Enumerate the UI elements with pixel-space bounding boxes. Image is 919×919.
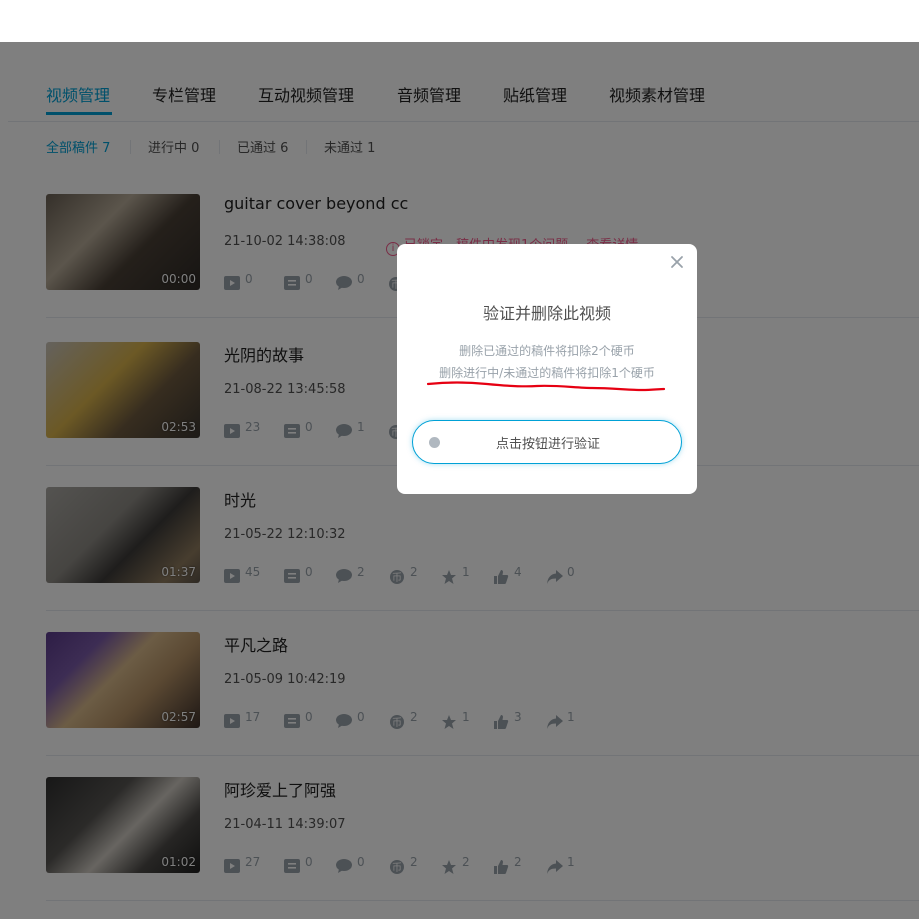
dialog-title: 验证并删除此视频: [482, 304, 611, 323]
delete-verify-dialog: 验证并删除此视频 删除已通过的稿件将扣除2个硬币 删除进行中/未通过的稿件将扣除…: [397, 244, 697, 494]
red-underline-annotation: [427, 381, 666, 392]
dialog-notice-passed: 删除已通过的稿件将扣除2个硬币: [459, 344, 635, 358]
close-icon[interactable]: [668, 253, 686, 271]
verify-button-label: 点击按钮进行验证: [495, 437, 600, 452]
top-bar: [0, 0, 919, 42]
verify-button[interactable]: 点击按钮进行验证: [412, 420, 682, 464]
